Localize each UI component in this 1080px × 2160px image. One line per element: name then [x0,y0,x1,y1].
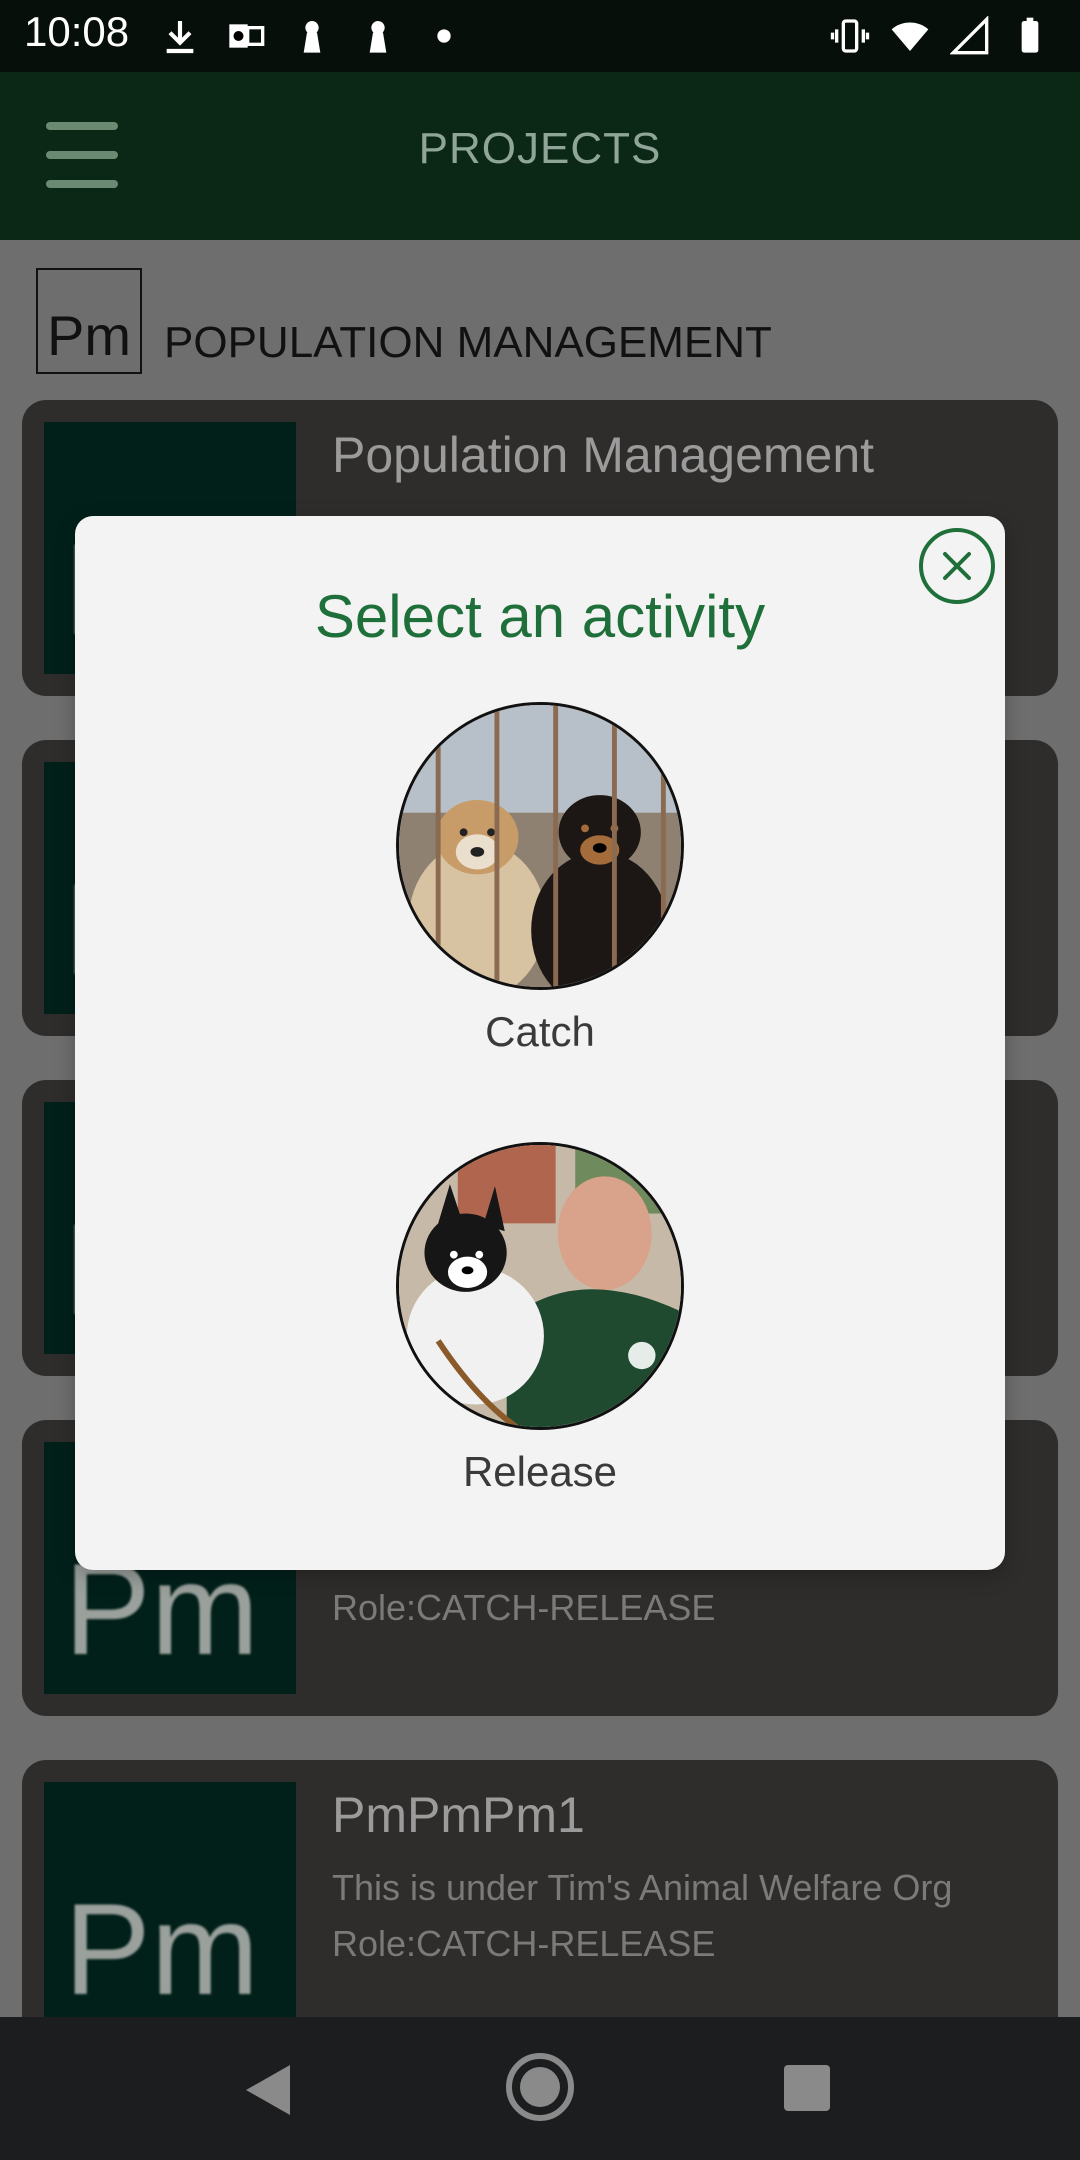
status-icons-left [160,12,464,60]
project-title: Population Management [332,427,875,483]
app-bar: PROJECTS [0,72,1080,240]
status-icons-right [830,12,1050,60]
release-label: Release [462,1448,618,1495]
keyhole-icon [369,21,387,53]
project-title: PmPmPm1 [332,1787,585,1843]
release-activity-button[interactable]: Release [395,1142,685,1496]
vibrate-icon [830,19,870,53]
project-org: This is under Tim's Animal Welfare Org [332,1867,953,1908]
puppies-in-cage-photo [396,702,684,990]
signal-icon [950,16,989,55]
project-card[interactable]: Pm PmPmPm1 This is under Tim's Animal We… [22,1760,1058,2017]
section-title: POPULATION MANAGEMENT [164,318,772,367]
man-holding-dog-photo [396,1142,684,1430]
keyhole-icon [303,21,321,53]
wifi-icon [891,22,929,51]
catch-activity-button[interactable]: Catch [395,702,685,1056]
section-logo: Pm [36,268,142,374]
section-header: Pm POPULATION MANAGEMENT [36,268,772,374]
activity-dialog: Select an activity Catch Release [75,516,1005,1570]
project-thumbnail: Pm [44,1782,296,2017]
project-role: Role:CATCH-RELEASE [332,1587,716,1628]
back-icon[interactable] [246,2065,290,2115]
outlook-icon [229,24,265,48]
home-icon[interactable] [506,2053,574,2121]
download-icon [166,21,194,54]
battery-icon [1021,17,1039,53]
status-bar: 10:08 [0,0,1080,72]
project-role: Role:CATCH-RELEASE [332,1923,716,1964]
page-title: PROJECTS [418,124,662,173]
status-time: 10:08 [24,8,130,55]
system-nav-bar [0,2017,1080,2160]
dialog-title: Select an activity [314,583,766,650]
catch-label: Catch [485,1008,595,1055]
recents-icon[interactable] [784,2065,830,2111]
dot-icon [437,29,451,43]
